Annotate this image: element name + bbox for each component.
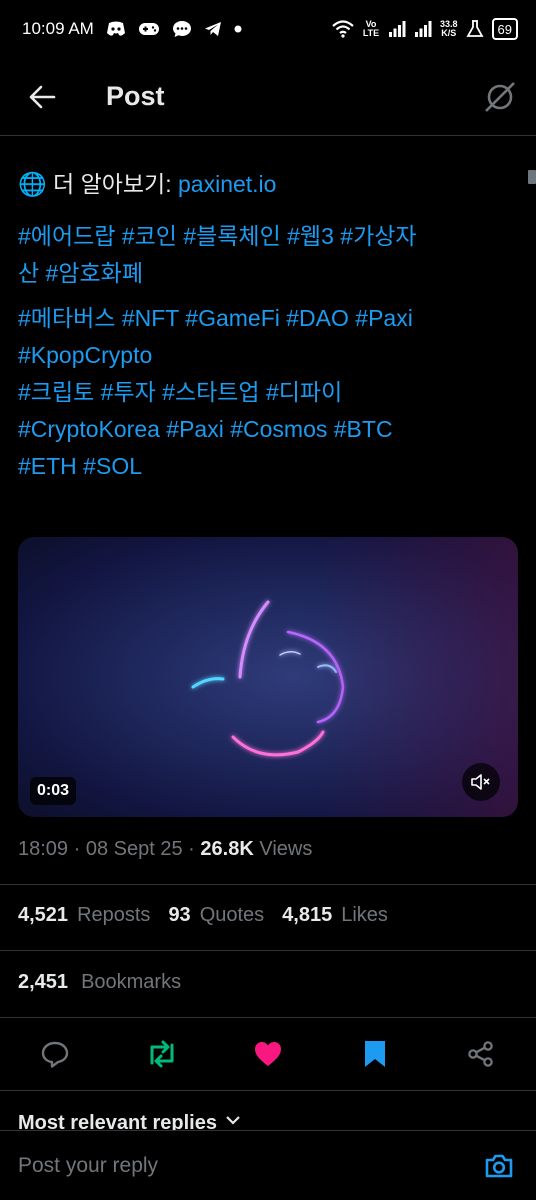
post-date: 08 Sept 25: [85, 838, 183, 860]
bookmarks-count: 2,451: [18, 971, 69, 993]
telegram-icon: [204, 21, 222, 37]
notification-dot-icon: [234, 25, 242, 33]
engagement-stats: 4,521 Reposts 93 Quotes 4,815 Likes: [18, 904, 398, 927]
network-speed-unit: K/S: [441, 28, 457, 38]
post-meta: 18:09 · 08 Sept 25 · 26.8K Views: [18, 838, 312, 861]
video-duration: 0:03: [30, 777, 77, 805]
battery-level: 69: [491, 18, 518, 40]
speaker-muted-icon: [471, 774, 490, 790]
views-count: 26.8K: [200, 838, 254, 860]
reply-input[interactable]: Post your reply: [18, 1154, 158, 1178]
chevron-down-icon: [226, 1116, 240, 1125]
bookmarks-label: Bookmarks: [81, 971, 182, 993]
video-frame-art: [191, 600, 345, 757]
likes-stat[interactable]: 4,815 Likes: [282, 904, 388, 927]
discord-icon: [106, 21, 126, 37]
status-time: 10:09 AM: [22, 19, 94, 38]
likes-label: Likes: [341, 904, 388, 926]
wifi-icon: [332, 20, 354, 38]
likes-count: 4,815: [282, 904, 333, 926]
hashtag-line[interactable]: #CryptoKorea #Paxi #Cosmos #BTC: [18, 411, 518, 448]
divider: [0, 1017, 536, 1018]
hashtags: #에어드랍 #코인 #블록체인 #웹3 #가상자 산 #암호화폐 #메타버스 #…: [18, 218, 518, 485]
heart-icon: [255, 1042, 281, 1066]
share-button[interactable]: [464, 1037, 498, 1071]
camera-icon: [485, 1154, 513, 1177]
reply-button[interactable]: [38, 1037, 72, 1071]
reply-icon: [41, 1041, 69, 1068]
replies-sort-label: Most relevant replies: [18, 1112, 217, 1130]
bookmarks-stat[interactable]: 2,451 Bookmarks: [18, 971, 181, 994]
hashtag-line[interactable]: 산 #암호화폐: [18, 255, 518, 292]
top-app-bar: Post: [0, 58, 536, 136]
notification-icons: [106, 20, 242, 38]
post-text: 🌐 더 알아보기: paxinet.io #에어드랍 #코인 #블록체인 #웹3…: [18, 160, 518, 485]
quotes-count: 93: [168, 904, 191, 926]
hashtag-line[interactable]: #에어드랍 #코인 #블록체인 #웹3 #가상자: [18, 218, 518, 255]
reply-composer: Post your reply: [0, 1130, 536, 1200]
system-indicators: Vo LTE 33.8 K/S 69: [332, 18, 518, 40]
scrollbar[interactable]: [528, 170, 536, 184]
divider: [0, 1090, 536, 1091]
meta-separator: ·: [73, 838, 81, 860]
divider: [0, 950, 536, 951]
grok-button[interactable]: [480, 77, 520, 117]
quotes-stat[interactable]: 93 Quotes: [168, 904, 264, 927]
hashtag-line[interactable]: #KpopCrypto: [18, 337, 518, 374]
quotes-label: Quotes: [199, 904, 265, 926]
signal-icon-2: [414, 20, 432, 38]
bookmark-icon: [364, 1041, 385, 1067]
action-bar: [0, 1030, 536, 1078]
grok-icon: [485, 81, 515, 112]
gamepad-icon: [138, 22, 160, 36]
repost-button[interactable]: [145, 1037, 179, 1071]
signal-icon: [388, 20, 406, 38]
repost-icon: [150, 1040, 173, 1068]
back-arrow-icon: [29, 85, 56, 108]
reposts-label: Reposts: [77, 904, 151, 926]
learn-more-line: 🌐 더 알아보기: paxinet.io: [18, 160, 518, 208]
divider: [0, 884, 536, 885]
replies-sort-dropdown[interactable]: Most relevant replies: [18, 1112, 241, 1130]
back-button[interactable]: [12, 67, 72, 127]
camera-button[interactable]: [482, 1149, 516, 1183]
flask-icon: [466, 20, 484, 38]
bookmark-button[interactable]: [358, 1037, 392, 1071]
video-player[interactable]: 0:03: [18, 537, 518, 817]
share-icon: [468, 1041, 493, 1067]
like-button[interactable]: [251, 1037, 285, 1071]
chat-bubble-icon: [172, 20, 192, 38]
status-bar: 10:09 AM Vo LTE 33.8 K/S 69: [0, 0, 536, 58]
page-title: Post: [106, 81, 165, 111]
reposts-count: 4,521: [18, 904, 69, 926]
hashtag-line[interactable]: #크립토 #투자 #스타트업 #디파이: [18, 374, 518, 411]
mute-button[interactable]: [462, 763, 500, 801]
volte-indicator: Vo LTE: [362, 19, 380, 38]
learn-more-label: 🌐 더 알아보기:: [18, 171, 172, 197]
views-label: Views: [259, 838, 313, 860]
reposts-stat[interactable]: 4,521 Reposts: [18, 904, 150, 927]
post-time: 18:09: [18, 838, 69, 860]
hashtag-line[interactable]: #메타버스 #NFT #GameFi #DAO #Paxi: [18, 300, 518, 337]
meta-separator: ·: [188, 838, 195, 860]
hashtag-line[interactable]: #ETH #SOL: [18, 448, 518, 485]
network-speed: 33.8 K/S: [440, 20, 458, 38]
website-link[interactable]: paxinet.io: [178, 171, 276, 197]
